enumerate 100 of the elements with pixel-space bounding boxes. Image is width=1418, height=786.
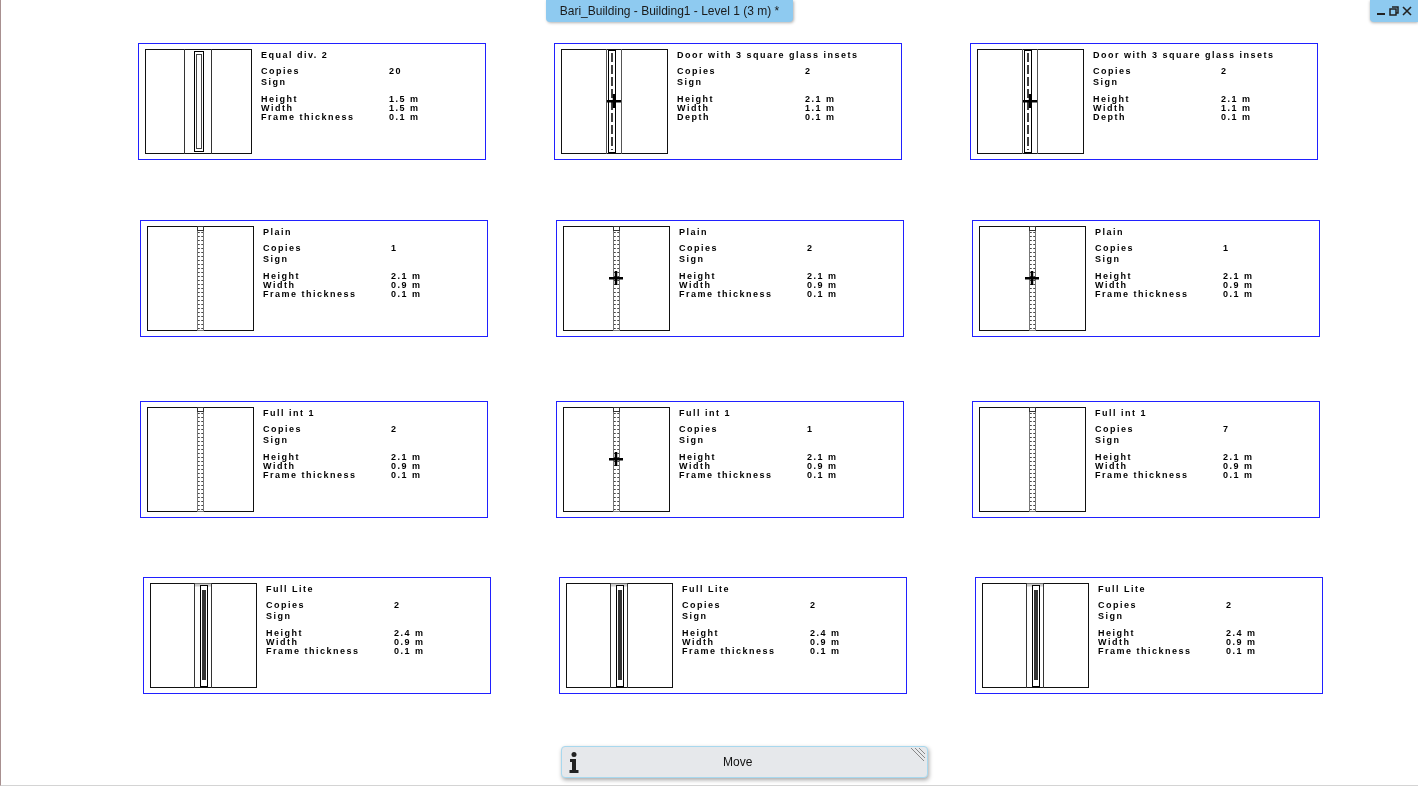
property-value: 2 bbox=[807, 243, 814, 254]
property-label: Height bbox=[263, 453, 301, 462]
property-value: 0.1 m bbox=[391, 290, 422, 299]
property-label: Width bbox=[263, 462, 296, 471]
property-value: 1.1 m bbox=[805, 104, 836, 113]
property-value: 2 bbox=[394, 600, 401, 611]
property-label: Width bbox=[1095, 462, 1128, 471]
door-type-name: Full Lite bbox=[266, 584, 315, 594]
property-label: Copies bbox=[263, 424, 303, 435]
property-value: 0.1 m bbox=[1223, 290, 1254, 299]
property-label: Width bbox=[1095, 281, 1128, 290]
property-value: 0.1 m bbox=[807, 471, 838, 480]
property-label: Frame thickness bbox=[263, 471, 358, 480]
property-value: 2.1 m bbox=[805, 95, 836, 104]
property-label: Frame thickness bbox=[1095, 290, 1190, 299]
door-type-name: Plain bbox=[1095, 227, 1125, 237]
close-icon bbox=[1402, 6, 1412, 16]
property-value: 0.1 m bbox=[1221, 113, 1252, 122]
property-label: Width bbox=[266, 638, 299, 647]
property-value: 0.1 m bbox=[391, 471, 422, 480]
property-value: 2.1 m bbox=[391, 453, 422, 462]
restore-button[interactable] bbox=[1388, 4, 1400, 18]
property-label: Width bbox=[677, 104, 710, 113]
property-label: Copies bbox=[266, 600, 306, 611]
minimize-icon bbox=[1377, 13, 1385, 15]
restore-icon bbox=[1389, 6, 1399, 16]
property-label: Copies bbox=[1095, 424, 1135, 435]
property-label: Width bbox=[261, 104, 294, 113]
property-value: 2.1 m bbox=[807, 272, 838, 281]
property-label: Sign bbox=[263, 435, 290, 446]
property-label: Copies bbox=[679, 424, 719, 435]
property-label: Copies bbox=[263, 243, 303, 254]
document-tab[interactable]: Bari_Building - Building1 - Level 1 (3 m) * bbox=[546, 0, 793, 22]
door-type-name: Full int 1 bbox=[263, 408, 316, 418]
property-value: 2.4 m bbox=[810, 629, 841, 638]
door-type-name: Full Lite bbox=[1098, 584, 1147, 594]
property-label: Height bbox=[1093, 95, 1131, 104]
property-value: 0.9 m bbox=[394, 638, 425, 647]
property-label: Copies bbox=[261, 66, 301, 77]
property-value: 2.1 m bbox=[807, 453, 838, 462]
property-label: Sign bbox=[1095, 435, 1122, 446]
property-value: 1.1 m bbox=[1221, 104, 1252, 113]
property-label: Width bbox=[679, 281, 712, 290]
property-label: Depth bbox=[677, 113, 711, 122]
property-label: Sign bbox=[266, 611, 293, 622]
property-label: Height bbox=[1095, 453, 1133, 462]
property-label: Height bbox=[1098, 629, 1136, 638]
property-label: Width bbox=[1098, 638, 1131, 647]
property-value: 2 bbox=[1226, 600, 1233, 611]
door-type-name: Full int 1 bbox=[679, 408, 732, 418]
property-label: Height bbox=[261, 95, 299, 104]
property-value: 2 bbox=[805, 66, 812, 77]
property-label: Height bbox=[263, 272, 301, 281]
property-value: 0.9 m bbox=[807, 462, 838, 471]
property-value: 20 bbox=[389, 66, 402, 77]
property-label: Copies bbox=[1093, 66, 1133, 77]
property-label: Frame thickness bbox=[679, 290, 774, 299]
property-label: Height bbox=[266, 629, 304, 638]
property-label: Height bbox=[677, 95, 715, 104]
property-label: Sign bbox=[1093, 77, 1120, 88]
door-type-name: Door with 3 square glass insets bbox=[1093, 50, 1275, 60]
property-value: 1 bbox=[807, 424, 814, 435]
close-button[interactable] bbox=[1401, 4, 1413, 18]
door-type-name: Full Lite bbox=[682, 584, 731, 594]
property-label: Sign bbox=[682, 611, 709, 622]
property-value: 0.1 m bbox=[807, 290, 838, 299]
property-value: 2.4 m bbox=[394, 629, 425, 638]
property-label: Frame thickness bbox=[263, 290, 358, 299]
door-type-name: Equal div. 2 bbox=[261, 50, 330, 60]
property-label: Sign bbox=[677, 77, 704, 88]
property-label: Height bbox=[679, 453, 717, 462]
property-label: Sign bbox=[679, 254, 706, 265]
property-value: 0.1 m bbox=[394, 647, 425, 656]
property-label: Frame thickness bbox=[1095, 471, 1190, 480]
property-value: 1 bbox=[391, 243, 398, 254]
property-value: 0.9 m bbox=[391, 281, 422, 290]
door-type-name: Plain bbox=[263, 227, 293, 237]
status-message: Move bbox=[723, 754, 753, 771]
property-label: Width bbox=[263, 281, 296, 290]
property-value: 0.9 m bbox=[391, 462, 422, 471]
property-label: Copies bbox=[682, 600, 722, 611]
property-value: 0.1 m bbox=[1226, 647, 1257, 656]
property-label: Depth bbox=[1093, 113, 1127, 122]
property-label: Copies bbox=[679, 243, 719, 254]
door-type-name: Full int 1 bbox=[1095, 408, 1148, 418]
property-label: Height bbox=[679, 272, 717, 281]
property-value: 2.1 m bbox=[391, 272, 422, 281]
property-value: 2.1 m bbox=[1223, 272, 1254, 281]
property-label: Frame thickness bbox=[679, 471, 774, 480]
property-value: 2 bbox=[1221, 66, 1228, 77]
property-value: 1.5 m bbox=[389, 104, 420, 113]
property-value: 2.4 m bbox=[1226, 629, 1257, 638]
property-label: Sign bbox=[679, 435, 706, 446]
property-label: Frame thickness bbox=[682, 647, 777, 656]
property-value: 2 bbox=[391, 424, 398, 435]
property-label: Width bbox=[682, 638, 715, 647]
property-value: 7 bbox=[1223, 424, 1230, 435]
property-value: 1.5 m bbox=[389, 95, 420, 104]
property-value: 0.1 m bbox=[389, 113, 420, 122]
property-value: 0.9 m bbox=[1223, 462, 1254, 471]
